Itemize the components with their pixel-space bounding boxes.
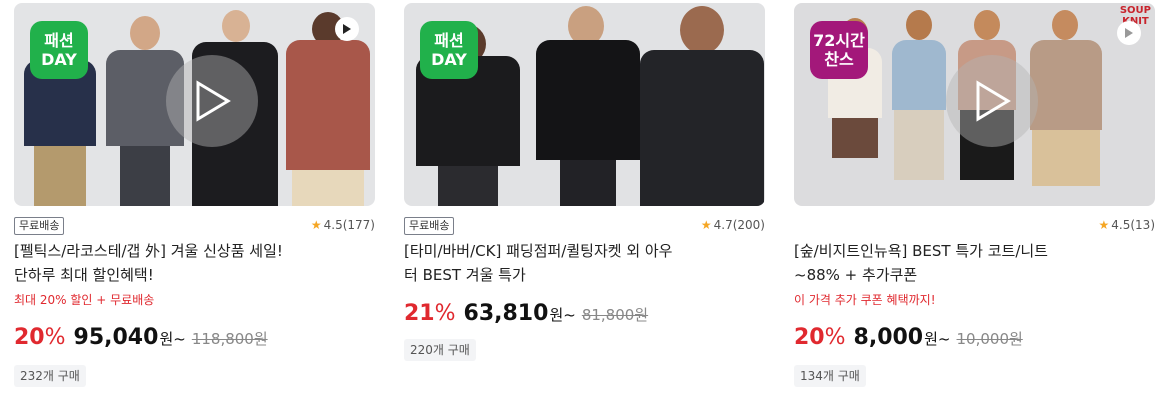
meta-row: ★ 4.5(13) — [794, 215, 1155, 235]
discount-rate: 21% — [404, 301, 456, 326]
product-video-thumbnail[interactable]: 패션 DAY — [14, 3, 375, 206]
model-figure — [532, 6, 644, 206]
model-figure — [640, 6, 764, 206]
price-unit: 원~ — [549, 306, 576, 324]
purchase-count: 220개 구매 — [404, 339, 476, 361]
promo-badge: 패션 DAY — [420, 21, 478, 79]
promo-badge: 패션 DAY — [30, 21, 88, 79]
title-line: [타미/바버/CK] 패딩점퍼/퀼팅자켓 외 아우 — [404, 242, 673, 260]
price-unit: 원~ — [924, 330, 951, 348]
title-line: [숲/비지트인뉴욕] BEST 특가 코트/니트 — [794, 242, 1048, 260]
price-unit: 원~ — [159, 330, 186, 348]
model-figure — [1026, 10, 1106, 206]
discount-rate: 20% — [14, 325, 66, 350]
badge-line-1: 패션 — [434, 31, 464, 50]
rating: ★ 4.7(200) — [701, 218, 765, 232]
star-icon: ★ — [700, 218, 712, 232]
promo-text: 최대 20% 할인 + 무료배송 — [14, 293, 155, 307]
model-figure — [886, 10, 952, 206]
play-icon[interactable] — [335, 17, 359, 41]
original-price: 118,800원 — [191, 330, 268, 348]
star-icon: ★ — [1098, 218, 1110, 232]
badge-line-1: 72시간 — [813, 31, 865, 50]
star-icon: ★ — [310, 218, 322, 232]
rating-value: 4.7(200) — [713, 218, 765, 232]
discount-unit: % — [824, 325, 846, 350]
product-title[interactable]: [숲/비지트인뉴욕] BEST 특가 코트/니트 ~88% + 추가쿠폰 — [794, 239, 1155, 287]
purchase-count: 134개 구매 — [794, 365, 866, 387]
product-title[interactable]: [타미/바버/CK] 패딩점퍼/퀼팅자켓 외 아우 터 BEST 겨울 특가 — [404, 239, 765, 287]
rating-value: 4.5(13) — [1111, 218, 1155, 232]
product-title[interactable]: [펠틱스/라코스테/갭 外] 겨울 신상품 세일! 단하루 최대 할인혜택! — [14, 239, 375, 287]
sale-price: 95,040 — [73, 325, 159, 350]
sale-price: 63,810 — [463, 301, 549, 326]
product-card-3[interactable]: 72시간 찬스 SOUP KNIT ★ 4.5(13) [숲/비지트인뉴욕] B… — [794, 3, 1155, 403]
model-figure — [282, 10, 374, 206]
product-video-thumbnail[interactable]: 패션 DAY — [404, 3, 765, 206]
free-shipping-badge: 무료배송 — [14, 217, 65, 235]
title-line: 단하루 최대 할인혜택! — [14, 266, 154, 284]
discount-unit: % — [434, 301, 456, 326]
purchase-count: 232개 구매 — [14, 365, 86, 387]
promo-badge: 72시간 찬스 — [810, 21, 868, 79]
sale-price: 8,000 — [853, 325, 924, 350]
badge-line-1: 패션 — [44, 31, 74, 50]
free-shipping-badge: 무료배송 — [404, 217, 455, 235]
discount-value: 20 — [794, 325, 825, 350]
title-line: 터 BEST 겨울 특가 — [404, 266, 526, 284]
discount-value: 20 — [14, 325, 45, 350]
meta-row: 무료배송 ★ 4.7(200) — [404, 215, 765, 235]
title-line: ~88% + 추가쿠폰 — [794, 266, 918, 284]
price-row: 21% 63,810 원~ 81,800원 — [404, 301, 648, 326]
promo-text: 이 가격 추가 쿠폰 혜택까지! — [794, 293, 936, 307]
original-price: 10,000원 — [956, 330, 1023, 348]
play-icon[interactable] — [1117, 21, 1141, 45]
product-video-thumbnail[interactable]: 72시간 찬스 SOUP KNIT — [794, 3, 1155, 206]
price-row: 20% 95,040 원~ 118,800원 — [14, 325, 268, 350]
play-icon[interactable] — [166, 55, 258, 147]
badge-line-2: 찬스 — [824, 50, 854, 69]
brand-logo-line: SOUP — [1119, 5, 1151, 16]
discount-unit: % — [44, 325, 66, 350]
discount-rate: 20% — [794, 325, 846, 350]
original-price: 81,800원 — [581, 306, 649, 324]
product-card-2[interactable]: 패션 DAY 무료배송 ★ 4.7(200) [타미/바버/CK] 패딩점퍼/퀼… — [404, 3, 765, 403]
discount-value: 21 — [404, 301, 435, 326]
price-row: 20% 8,000 원~ 10,000원 — [794, 325, 1023, 350]
product-card-1[interactable]: 패션 DAY 무료배송 ★ 4.5(177) [펠틱스/라코스테/갭 外] 겨울… — [14, 3, 375, 403]
rating-value: 4.5(177) — [323, 218, 375, 232]
rating: ★ 4.5(13) — [1099, 218, 1155, 232]
title-line: [펠틱스/라코스테/갭 外] 겨울 신상품 세일! — [14, 242, 283, 260]
play-icon[interactable] — [946, 55, 1038, 147]
meta-row: 무료배송 ★ 4.5(177) — [14, 215, 375, 235]
rating: ★ 4.5(177) — [311, 218, 375, 232]
badge-line-2: DAY — [431, 50, 467, 69]
badge-line-2: DAY — [41, 50, 77, 69]
